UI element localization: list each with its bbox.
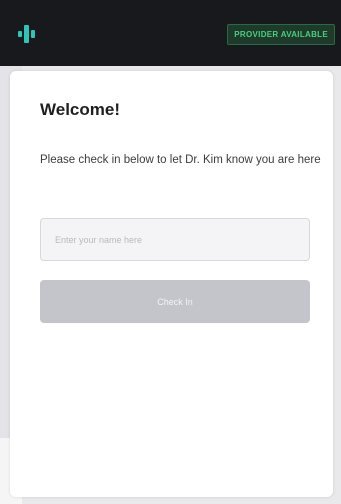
check-in-button[interactable]: Check In <box>40 280 310 323</box>
checkin-instructions: Please check in below to let Dr. Kim kno… <box>40 154 321 166</box>
provider-status-badge: PROVIDER AVAILABLE <box>227 24 335 45</box>
name-input[interactable] <box>40 218 310 261</box>
page-title: Welcome! <box>40 100 120 119</box>
audio-waveform-logo-icon <box>18 25 35 43</box>
top-bar: PROVIDER AVAILABLE <box>0 0 341 66</box>
